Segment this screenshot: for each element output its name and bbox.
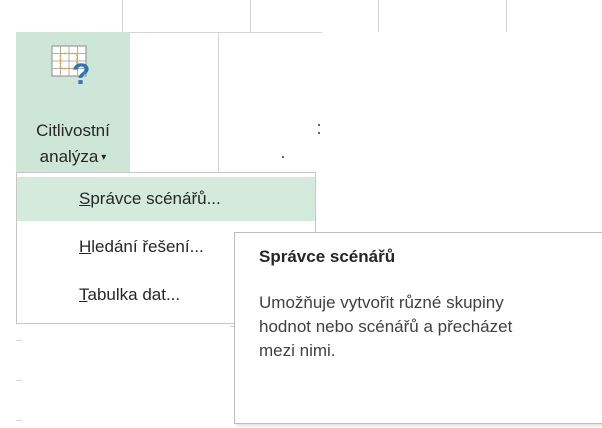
grid-divider [122, 0, 123, 32]
tooltip-title: Správce scénářů [259, 247, 396, 266]
cell-mark [318, 124, 320, 126]
blank-panel [322, 36, 602, 232]
grid-divider [16, 420, 22, 421]
menu-item-accelerator: T [79, 285, 88, 304]
menu-item-scenario-manager[interactable]: Správce scénářů... [17, 177, 315, 221]
grid-divider [218, 32, 219, 172]
grid-divider [250, 0, 251, 32]
scenario-manager-tooltip: Správce scénářů Umožňuje vytvořit různé … [234, 232, 602, 424]
grid-divider [16, 380, 22, 381]
svg-text:?: ? [72, 58, 90, 86]
what-if-analysis-label-line1: Citlivostní [36, 121, 110, 140]
chevron-down-icon: ▾ [101, 152, 107, 163]
menu-item-label: právce scénářů... [90, 189, 221, 208]
excel-what-if-menu-screen: ? Citlivostní analýza ▾ Správce scénářů..… [0, 0, 602, 428]
grid-divider [130, 32, 322, 33]
menu-item-label: abulka dat... [87, 285, 181, 304]
grid-divider [16, 340, 22, 341]
what-if-analysis-icon: ? [51, 45, 90, 86]
grid-divider [506, 0, 507, 32]
what-if-analysis-label-line2: analýza ▾ [16, 146, 130, 169]
cell-mark [282, 156, 284, 158]
menu-item-accelerator: S [79, 189, 91, 208]
tooltip-description: Umožňuje vytvořit různé skupiny hodnot n… [259, 293, 513, 360]
menu-item-label: ledání řešení... [91, 237, 204, 256]
what-if-analysis-button[interactable]: ? Citlivostní analýza ▾ [16, 32, 130, 172]
cell-mark [318, 132, 320, 134]
menu-item-accelerator: H [79, 237, 92, 256]
grid-divider [378, 0, 379, 32]
what-if-analysis-label-text: analýza [39, 147, 99, 166]
